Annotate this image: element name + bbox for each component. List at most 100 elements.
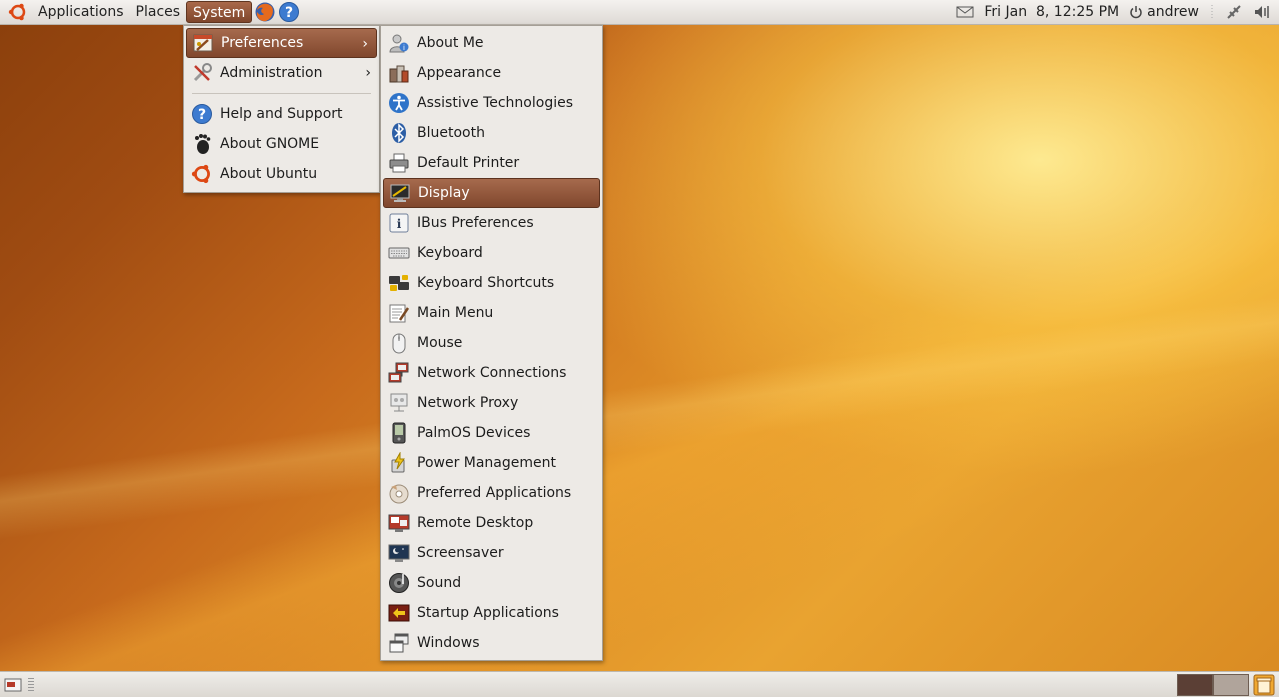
gnome-foot-icon xyxy=(190,132,214,156)
menu-item-label: Windows xyxy=(417,635,480,651)
menu-item-main-menu[interactable]: Main Menu xyxy=(381,298,602,328)
menu-item-administration[interactable]: Administration › xyxy=(184,58,379,88)
menu-item-network-connections[interactable]: Network Connections xyxy=(381,358,602,388)
menu-bar: Applications Places System ? xyxy=(0,0,300,25)
menu-item-label: About Ubuntu xyxy=(220,166,318,182)
menu-item-power-management[interactable]: Power Management xyxy=(381,448,602,478)
menu-item-palmos-devices[interactable]: PalmOS Devices xyxy=(381,418,602,448)
ubuntu-logo-icon[interactable] xyxy=(8,2,28,22)
menu-item-display[interactable]: Display xyxy=(383,178,600,208)
mail-icon[interactable] xyxy=(956,5,974,19)
menu-item-about-me[interactable]: i About Me xyxy=(381,28,602,58)
network-connections-icon xyxy=(387,361,411,385)
preferred-apps-icon xyxy=(387,481,411,505)
workspace-switcher xyxy=(1177,673,1249,696)
power-icon xyxy=(1130,6,1142,19)
svg-text:i: i xyxy=(397,217,402,231)
menu-item-label: Administration xyxy=(220,65,323,81)
system-menu[interactable]: System xyxy=(186,1,253,23)
menu-item-keyboard[interactable]: Keyboard xyxy=(381,238,602,268)
menu-item-label: Network Proxy xyxy=(417,395,519,411)
menu-item-label: Default Printer xyxy=(417,155,520,171)
menu-item-network-proxy[interactable]: Network Proxy xyxy=(381,388,602,418)
workspace-2[interactable] xyxy=(1213,673,1249,696)
network-proxy-icon xyxy=(387,391,411,415)
show-desktop-icon[interactable] xyxy=(4,676,22,694)
windows-icon xyxy=(387,631,411,655)
menu-item-mouse[interactable]: Mouse xyxy=(381,328,602,358)
help-icon: ? xyxy=(190,102,214,126)
system-dropdown: Preferences › Administration › ? Help an… xyxy=(183,25,380,193)
sound-icon xyxy=(387,571,411,595)
firefox-icon[interactable] xyxy=(254,1,276,23)
menu-item-preferred-applications[interactable]: Preferred Applications xyxy=(381,478,602,508)
menu-item-label: Mouse xyxy=(417,335,463,351)
menu-item-about-gnome[interactable]: About GNOME xyxy=(184,129,379,159)
places-menu[interactable]: Places xyxy=(130,1,187,23)
help-icon[interactable]: ? xyxy=(278,1,300,23)
main-menu-icon xyxy=(387,301,411,325)
menu-item-bluetooth[interactable]: Bluetooth xyxy=(381,118,602,148)
panel-handle[interactable] xyxy=(28,677,34,692)
keyboard-icon xyxy=(387,241,411,265)
menu-item-label: Network Connections xyxy=(417,365,567,381)
menu-item-label: Sound xyxy=(417,575,462,591)
menu-item-keyboard-shortcuts[interactable]: Keyboard Shortcuts xyxy=(381,268,602,298)
administration-icon xyxy=(190,61,214,85)
menu-item-label: Appearance xyxy=(417,65,502,81)
menu-item-screensaver[interactable]: Screensaver xyxy=(381,538,602,568)
bluetooth-icon xyxy=(387,121,411,145)
menu-item-default-printer[interactable]: Default Printer xyxy=(381,148,602,178)
user-name: andrew xyxy=(1147,4,1199,20)
screensaver-icon xyxy=(387,541,411,565)
preferences-icon xyxy=(191,31,215,55)
menu-item-label: Keyboard xyxy=(417,245,483,261)
menu-separator xyxy=(192,93,371,94)
mouse-icon xyxy=(387,331,411,355)
menu-item-label: Help and Support xyxy=(220,106,343,122)
menu-item-windows[interactable]: Windows xyxy=(381,628,602,658)
accessibility-icon xyxy=(387,91,411,115)
panel-indicators: Fri Jan 8, 12:25 PM andrew xyxy=(946,0,1279,25)
menu-item-ibus-preferences[interactable]: i IBus Preferences xyxy=(381,208,602,238)
user-menu[interactable]: andrew xyxy=(1129,4,1199,20)
palm-device-icon xyxy=(387,421,411,445)
menu-item-preferences[interactable]: Preferences › xyxy=(186,28,377,58)
appearance-icon xyxy=(387,61,411,85)
menu-item-label: IBus Preferences xyxy=(417,215,534,231)
network-icon[interactable] xyxy=(1225,3,1243,21)
menu-item-assistive-technologies[interactable]: Assistive Technologies xyxy=(381,88,602,118)
svg-text:?: ? xyxy=(285,5,293,21)
menu-item-label: Preferences xyxy=(221,35,304,51)
svg-text:i: i xyxy=(403,44,405,52)
ubuntu-logo-icon xyxy=(190,162,214,186)
workspace-1[interactable] xyxy=(1177,673,1213,696)
desktop-wallpaper xyxy=(0,220,1279,680)
power-management-icon xyxy=(387,451,411,475)
menu-item-label: Preferred Applications xyxy=(417,485,572,501)
menu-item-startup-applications[interactable]: Startup Applications xyxy=(381,598,602,628)
applications-menu[interactable]: Applications xyxy=(32,1,130,23)
menu-item-sound[interactable]: Sound xyxy=(381,568,602,598)
chevron-right-icon: › xyxy=(365,65,371,81)
menu-item-about-ubuntu[interactable]: About Ubuntu xyxy=(184,159,379,189)
menu-item-label: Assistive Technologies xyxy=(417,95,574,111)
clock[interactable]: Fri Jan 8, 12:25 PM xyxy=(984,4,1119,20)
menu-item-label: Power Management xyxy=(417,455,557,471)
volume-icon[interactable] xyxy=(1253,3,1271,21)
keyboard-shortcuts-icon xyxy=(387,271,411,295)
menu-item-remote-desktop[interactable]: Remote Desktop xyxy=(381,508,602,538)
menu-item-label: About Me xyxy=(417,35,484,51)
menu-item-label: Display xyxy=(418,185,470,201)
menu-item-label: Keyboard Shortcuts xyxy=(417,275,555,291)
preferences-submenu: i About Me Appearance Assistive Technolo… xyxy=(380,25,603,661)
menu-item-appearance[interactable]: Appearance xyxy=(381,58,602,88)
menu-item-help-and-support[interactable]: ? Help and Support xyxy=(184,99,379,129)
display-icon xyxy=(388,181,412,205)
menu-item-label: Startup Applications xyxy=(417,605,559,621)
startup-apps-icon xyxy=(387,601,411,625)
menu-item-label: Remote Desktop xyxy=(417,515,534,531)
printer-icon xyxy=(387,151,411,175)
trash-icon[interactable] xyxy=(1253,674,1275,696)
panel-separator-icon xyxy=(1211,5,1213,19)
